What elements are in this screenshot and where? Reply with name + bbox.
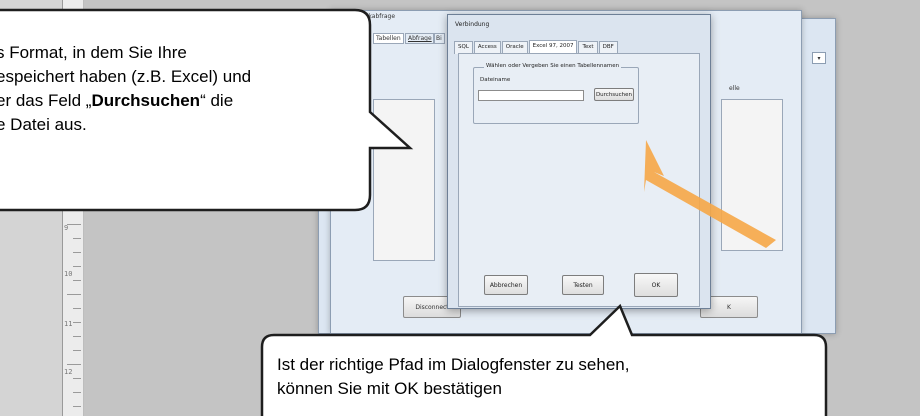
ruler-number: 12 [64,368,73,376]
disconnect-label: Disconnect [415,303,449,311]
back-ok-label: K [727,303,731,311]
dialog-title: Verbindung [455,21,490,28]
ruler-number: 9 [64,224,69,232]
right-list-panel [721,99,783,251]
ok-button[interactable]: OK [634,273,678,297]
connection-dialog: Verbindung SQL Access Oracle Excel 97, 2… [447,14,711,309]
test-button[interactable]: Testen [562,275,604,295]
cancel-button[interactable]: Abbrechen [484,275,528,295]
browse-button-label: Durchsuchen [595,91,633,98]
callout-line: s Format, in dem Sie Ihre [0,43,187,62]
tab-bi[interactable]: Bi [433,33,445,44]
tab-tabellen[interactable]: Tabellen [373,33,404,44]
callout-line: er das Feld „Durchsuchen“ die [0,91,234,110]
ok-button-label: OK [651,281,661,289]
group-legend: Wählen oder Vergeben Sie einen Tabellenn… [484,63,622,69]
ruler-number: 11 [64,320,73,328]
cancel-button-label: Abbrechen [489,281,523,289]
tab-excel[interactable]: Excel 97, 2007 [528,40,578,54]
database-query-title: Datenbankabfrage [339,13,396,20]
filename-input[interactable] [478,90,584,101]
callout-line: espeichert haben (z.B. Excel) und [0,67,252,86]
filename-label: Dateiname [480,77,511,83]
browse-button[interactable]: Durchsuchen [594,88,634,101]
test-button-label: Testen [573,281,593,289]
chevron-down-icon[interactable]: ▾ [812,52,826,64]
tab-abfrage[interactable]: Abfrage [405,33,435,44]
left-list-panel [373,99,435,261]
table-name-group: Wählen oder Vergeben Sie einen Tabellenn… [473,63,639,124]
callout-line: können Sie mit OK bestätigen [277,379,502,398]
top-callout-text: s Format, in dem Sie Ihre espeichert hab… [0,41,366,137]
ruler-number: 10 [64,270,73,278]
callout-line: Ist der richtige Pfad im Dialogfenster z… [277,355,630,374]
bottom-callout-text: Ist der richtige Pfad im Dialogfenster z… [277,353,817,401]
right-panel-label: elle [729,85,740,92]
connection-tabs: SQL Access Oracle Excel 97, 2007 Text DB… [454,40,619,54]
callout-line: e Datei aus. [0,115,87,134]
